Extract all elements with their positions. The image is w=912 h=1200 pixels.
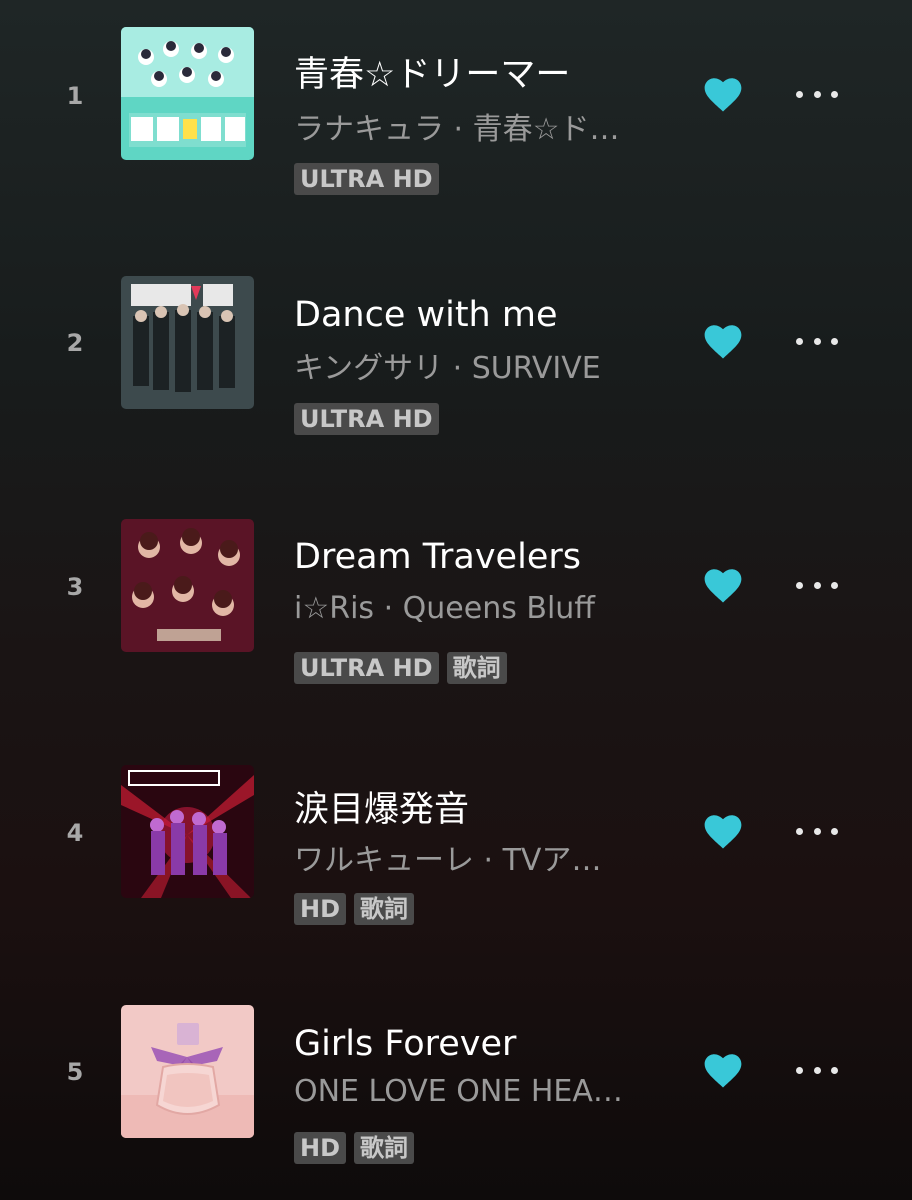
more-options-icon[interactable] — [796, 575, 838, 595]
lyrics-badge: 歌詞 — [354, 893, 415, 925]
track-row[interactable]: 1 青春☆ドリーマー ラナキュラ · 青春☆ド… ULTRA HD — [0, 0, 912, 195]
heart-icon[interactable] — [702, 74, 744, 114]
track-row[interactable]: 4 涙目爆発音 ワルキューレ · TVア… HD 歌詞 — [0, 735, 912, 925]
track-artist-album[interactable]: ONE LOVE ONE HEA… — [294, 1074, 664, 1109]
ultra-hd-badge: ULTRA HD — [294, 163, 439, 195]
track-title[interactable]: Dream Travelers — [294, 537, 654, 577]
track-list: 1 青春☆ドリーマー ラナキュラ · 青春☆ド… ULTRA HD 2 Danc… — [0, 0, 912, 1200]
quality-badges: ULTRA HD — [294, 403, 439, 435]
track-artist-album[interactable]: i☆Ris · Queens Bluff — [294, 591, 664, 626]
album-cover[interactable] — [121, 276, 254, 409]
track-number: 4 — [66, 819, 84, 847]
album-cover[interactable] — [121, 765, 254, 898]
more-options-icon[interactable] — [796, 1060, 838, 1080]
heart-icon[interactable] — [702, 321, 744, 361]
track-artist-album[interactable]: キングサリ · SURVIVE — [294, 343, 664, 387]
track-row[interactable]: 5 Girls Forever ONE LOVE ONE HEA… HD 歌詞 — [0, 978, 912, 1164]
more-options-icon[interactable] — [796, 84, 838, 104]
heart-icon[interactable] — [702, 811, 744, 851]
quality-badges: HD 歌詞 — [294, 1132, 415, 1164]
quality-badges: ULTRA HD — [294, 163, 439, 195]
track-row[interactable]: 2 Dance with me キングサリ · SURVIVE ULTRA HD — [0, 249, 912, 435]
track-number: 5 — [66, 1058, 84, 1086]
more-options-icon[interactable] — [796, 821, 838, 841]
track-artist-album[interactable]: ワルキューレ · TVア… — [294, 835, 664, 879]
track-number: 2 — [66, 329, 84, 357]
album-cover[interactable] — [121, 1005, 254, 1138]
track-title[interactable]: 涙目爆発音 — [294, 781, 654, 832]
track-row[interactable]: 3 Dream Travelers i☆Ris · Queens Bluff U… — [0, 491, 912, 684]
heart-icon[interactable] — [702, 1050, 744, 1090]
lyrics-badge: 歌詞 — [446, 652, 507, 684]
hd-badge: HD — [294, 1132, 347, 1164]
more-options-icon[interactable] — [796, 331, 838, 351]
album-cover[interactable] — [121, 27, 254, 160]
heart-icon[interactable] — [702, 565, 744, 605]
track-title[interactable]: 青春☆ドリーマー — [294, 46, 654, 97]
track-number: 1 — [66, 82, 84, 110]
lyrics-badge: 歌詞 — [354, 1132, 415, 1164]
ultra-hd-badge: ULTRA HD — [294, 652, 439, 684]
track-artist-album[interactable]: ラナキュラ · 青春☆ド… — [294, 104, 664, 148]
quality-badges: HD 歌詞 — [294, 893, 415, 925]
track-number: 3 — [66, 573, 84, 601]
ultra-hd-badge: ULTRA HD — [294, 403, 439, 435]
album-cover[interactable] — [121, 519, 254, 652]
hd-badge: HD — [294, 893, 347, 925]
track-title[interactable]: Dance with me — [294, 295, 654, 335]
quality-badges: ULTRA HD 歌詞 — [294, 652, 507, 684]
track-title[interactable]: Girls Forever — [294, 1024, 654, 1064]
